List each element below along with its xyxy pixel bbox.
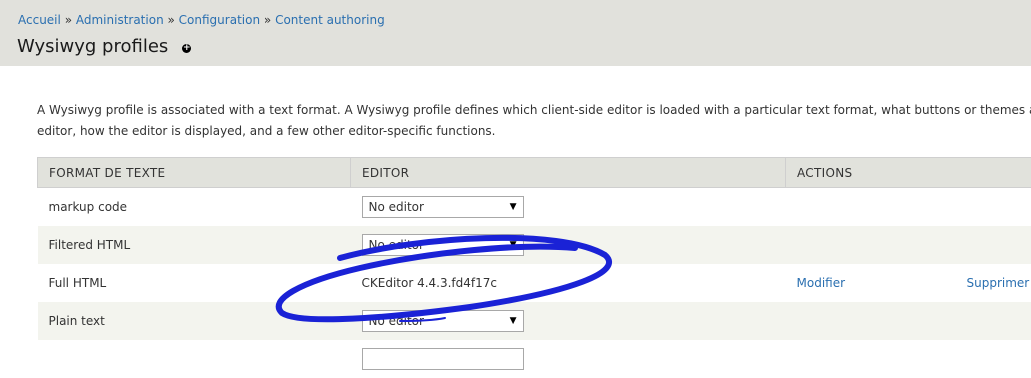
breadcrumb-link-content-authoring[interactable]: Content authoring: [275, 13, 385, 27]
actions-cell: [956, 226, 1031, 264]
format-name: Filtered HTML: [38, 226, 351, 264]
table-row: Plain text No editor ▼: [38, 302, 1031, 340]
table-row: markup code No editor ▼: [38, 188, 1031, 227]
breadcrumb: Accueil » Administration » Configuration…: [18, 13, 385, 27]
breadcrumb-separator: »: [65, 13, 72, 27]
dropdown-arrow-icon: ▼: [510, 235, 517, 255]
actions-cell: [956, 188, 1031, 227]
breadcrumb-link-configuration[interactable]: Configuration: [179, 13, 260, 27]
editor-cell: [351, 340, 786, 378]
breadcrumb-separator: »: [168, 13, 175, 27]
table-row: Full HTML CKEditor 4.4.3.fd4f17c Modifie…: [38, 264, 1031, 302]
editor-cell: No editor ▼: [351, 226, 786, 264]
format-name: Plain text: [38, 302, 351, 340]
editor-select-value: No editor: [369, 314, 424, 328]
table-header-row: FORMAT DE TEXTE EDITOR ACTIONS: [38, 158, 1031, 188]
delete-link[interactable]: Supprimer: [967, 276, 1030, 290]
editor-cell: No editor ▼: [351, 188, 786, 227]
editor-name: CKEditor 4.4.3.fd4f17c: [351, 264, 786, 302]
editor-select[interactable]: [362, 348, 524, 370]
editor-select[interactable]: No editor ▼: [362, 310, 524, 332]
actions-cell: [786, 188, 956, 227]
breadcrumb-link-home[interactable]: Accueil: [18, 13, 61, 27]
column-header-editor: EDITOR: [351, 158, 786, 188]
actions-cell: [786, 226, 956, 264]
format-name: markup code: [38, 188, 351, 227]
format-name: [38, 340, 351, 378]
dropdown-arrow-icon: ▼: [510, 311, 517, 331]
page-header: Accueil » Administration » Configuration…: [0, 0, 1031, 66]
actions-cell: [786, 340, 956, 378]
column-header-format: FORMAT DE TEXTE: [38, 158, 351, 188]
editor-select-value: No editor: [369, 238, 424, 252]
editor-select-value: No editor: [369, 200, 424, 214]
breadcrumb-link-administration[interactable]: Administration: [76, 13, 164, 27]
actions-cell: [956, 302, 1031, 340]
editor-select[interactable]: No editor ▼: [362, 196, 524, 218]
actions-cell: [786, 302, 956, 340]
editor-cell: No editor ▼: [351, 302, 786, 340]
breadcrumb-separator: »: [264, 13, 271, 27]
format-name: Full HTML: [38, 264, 351, 302]
wysiwyg-profiles-table: FORMAT DE TEXTE EDITOR ACTIONS markup co…: [37, 157, 1031, 378]
edit-link[interactable]: Modifier: [797, 276, 846, 290]
table-row: Filtered HTML No editor ▼: [38, 226, 1031, 264]
column-header-actions: ACTIONS: [786, 158, 1031, 188]
dropdown-arrow-icon: ▼: [510, 197, 517, 217]
actions-cell: Supprimer: [956, 264, 1031, 302]
description-line-1: A Wysiwyg profile is associated with a t…: [37, 100, 1027, 121]
page-description: A Wysiwyg profile is associated with a t…: [37, 100, 1027, 142]
editor-select[interactable]: No editor ▼: [362, 234, 524, 256]
title-row: Wysiwyg profiles +: [17, 36, 191, 57]
description-line-2: editor, how the editor is displayed, and…: [37, 121, 1027, 142]
table-row: [38, 340, 1031, 378]
add-shortcut-icon[interactable]: +: [182, 44, 191, 53]
actions-cell: Modifier: [786, 264, 956, 302]
actions-cell: [956, 340, 1031, 378]
page-title: Wysiwyg profiles: [17, 36, 168, 57]
